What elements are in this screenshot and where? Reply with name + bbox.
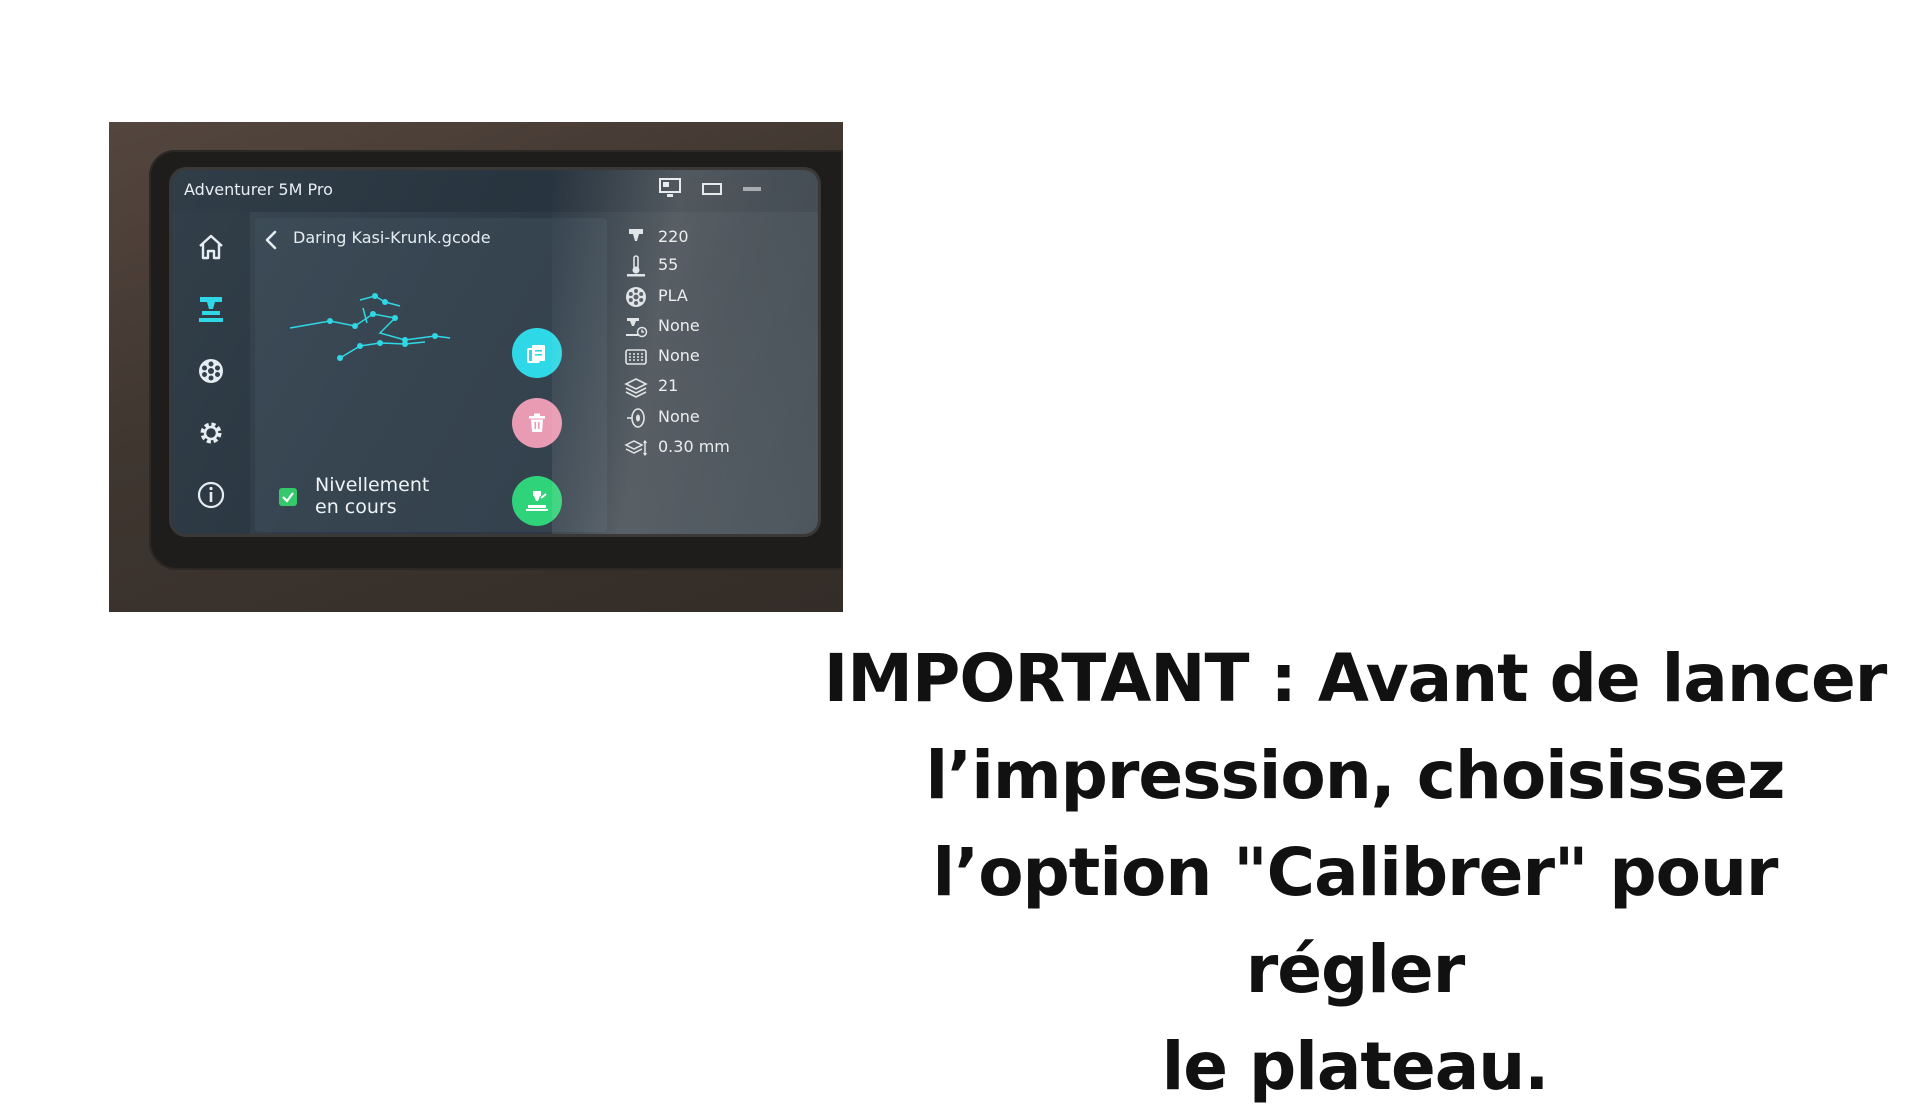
material-value: PLA bbox=[658, 286, 688, 305]
layers-value: 21 bbox=[658, 376, 679, 395]
file-title: Daring Kasi-Krunk.gcode bbox=[293, 228, 491, 247]
copy-button[interactable] bbox=[512, 328, 562, 378]
headline-line-3: l’option "Calibrer" pour régler bbox=[932, 834, 1779, 1008]
info-icon[interactable] bbox=[196, 480, 226, 510]
home-icon[interactable] bbox=[196, 232, 226, 262]
copy-icon bbox=[527, 345, 545, 363]
delete-button[interactable] bbox=[512, 398, 562, 448]
nozzle-temp-row: 220 bbox=[620, 224, 810, 252]
printer-screen-photo: Adventurer 5M Pro Daring Kasi-Krunk.gcod… bbox=[109, 122, 843, 612]
check-icon bbox=[282, 492, 294, 503]
layers-row: 21 bbox=[620, 373, 810, 401]
print-time-row: None bbox=[620, 313, 810, 341]
start-print-button[interactable] bbox=[512, 476, 562, 526]
material-icon bbox=[626, 287, 646, 307]
material-row: PLA bbox=[620, 283, 810, 311]
leveling-label-line1: Nivellement bbox=[315, 474, 430, 496]
filament-icon[interactable] bbox=[196, 356, 226, 386]
print-time-value: None bbox=[658, 316, 700, 335]
headline-line-2: l’impression, choisissez bbox=[925, 737, 1786, 814]
back-arrow-icon[interactable] bbox=[261, 228, 283, 252]
bed-temp-value: 55 bbox=[658, 255, 679, 274]
wifi-icon[interactable] bbox=[740, 178, 766, 200]
model-preview bbox=[289, 293, 451, 361]
instruction-headline: IMPORTANT : Avant de lancer l’impression… bbox=[820, 630, 1890, 1115]
layer-height-value: 0.30 mm bbox=[658, 437, 730, 456]
layer-height-icon bbox=[624, 440, 647, 456]
infill-row: None bbox=[620, 343, 810, 371]
headline-line-4: le plateau. bbox=[1161, 1028, 1550, 1105]
sidebar bbox=[172, 212, 250, 534]
print-info-panel: 220 55 PLA None None 21 None 0.30 mm bbox=[612, 212, 818, 534]
filament-spool-icon bbox=[627, 408, 645, 428]
infill-icon bbox=[625, 349, 647, 365]
leveling-checkbox[interactable] bbox=[279, 488, 297, 506]
monitor-icon[interactable] bbox=[658, 176, 684, 200]
bed-temp-icon bbox=[627, 255, 645, 277]
app-title: Adventurer 5M Pro bbox=[184, 180, 333, 199]
layer-height-row: 0.30 mm bbox=[620, 434, 810, 462]
infill-value: None bbox=[658, 346, 700, 365]
printer-icon[interactable] bbox=[196, 294, 226, 324]
trash-icon bbox=[529, 413, 545, 432]
leveling-label-line2: en cours bbox=[315, 496, 397, 518]
printer-touchscreen: Adventurer 5M Pro Daring Kasi-Krunk.gcod… bbox=[172, 170, 818, 534]
usb-icon[interactable] bbox=[700, 178, 726, 200]
settings-icon[interactable] bbox=[196, 418, 226, 448]
print-icon bbox=[526, 491, 548, 511]
file-detail-panel: Daring Kasi-Krunk.gcode Nivellement en c… bbox=[255, 218, 607, 532]
nozzle-temp-value: 220 bbox=[658, 227, 689, 246]
leveling-label[interactable]: Nivellement en cours bbox=[315, 474, 475, 518]
status-bar: Adventurer 5M Pro bbox=[172, 170, 818, 212]
layers-icon bbox=[624, 378, 648, 398]
headline-line-1: IMPORTANT : Avant de lancer bbox=[823, 640, 1888, 717]
filament-value: None bbox=[658, 407, 700, 426]
nozzle-temp-icon bbox=[629, 229, 643, 241]
bed-temp-row: 55 bbox=[620, 252, 810, 280]
print-time-icon bbox=[626, 318, 648, 338]
filament-row: None bbox=[620, 404, 810, 432]
